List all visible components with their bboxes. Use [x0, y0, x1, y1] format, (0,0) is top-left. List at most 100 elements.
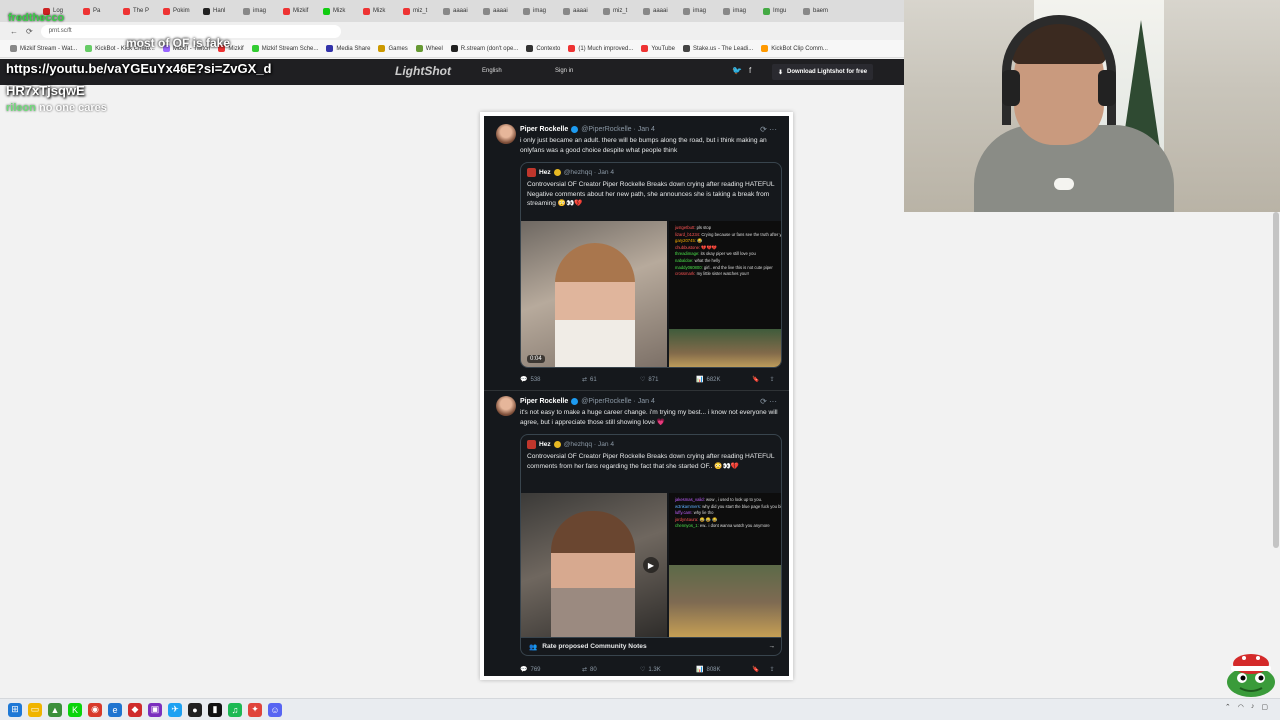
browser-tab[interactable]: aaaai	[560, 2, 598, 20]
app-blue-icon[interactable]: ✈	[168, 702, 182, 717]
bookmark-item[interactable]: Contexto	[526, 45, 560, 52]
reload-icon[interactable]: ⟳	[26, 27, 33, 36]
reply-button[interactable]: 💬 538	[520, 376, 582, 384]
lightshot-logo[interactable]: LightShot	[395, 64, 451, 78]
chevron-up-icon[interactable]: ⌃	[1225, 703, 1231, 711]
play-icon[interactable]: ▶	[643, 557, 659, 573]
browser-tab[interactable]: Imgu	[760, 2, 798, 20]
wifi-icon[interactable]: ◠	[1238, 703, 1244, 711]
browser-tab[interactable]: Mizk	[320, 2, 358, 20]
browser-tab[interactable]: aaaai	[480, 2, 518, 20]
bookmark-favicon-icon	[682, 45, 690, 52]
kick-icon[interactable]: K	[68, 702, 82, 717]
author-name[interactable]: Piper Rockelle	[520, 398, 568, 405]
bookmark-item[interactable]: R.stream (don't ope...	[450, 45, 518, 52]
bookmark-item[interactable]: Mizkif Stream - Wat...	[10, 45, 77, 52]
browser-tab[interactable]: miz_t	[400, 2, 438, 20]
community-notes-bar[interactable]: 👥 Rate proposed Community Notes →	[520, 638, 782, 656]
bookmark-label: Wheel	[425, 45, 443, 52]
chat-link[interactable]: https://youtu.be/vaYGEuYx46E?si=ZvGX_dHR…	[6, 58, 276, 102]
notification-icon[interactable]: ▢	[1261, 703, 1268, 711]
views-button[interactable]: 📊 682K	[696, 376, 752, 384]
chat-screenshot[interactable]: justgetbutt: pls stop lizard_b1234: Cryin…	[669, 221, 781, 367]
browser-tab[interactable]: imag	[520, 2, 558, 20]
avatar[interactable]	[496, 124, 516, 144]
video-thumbnail-left[interactable]: 0:04	[521, 221, 667, 367]
sign-in-link[interactable]: Sign in	[555, 68, 573, 74]
arrow-right-icon: →	[768, 643, 775, 650]
share-icon[interactable]: ⇪	[769, 666, 774, 673]
verified-icon	[571, 398, 579, 405]
bookmark-item[interactable]: Mizkif Stream Sche...	[251, 45, 318, 52]
terminal-icon[interactable]: ▮	[208, 702, 222, 717]
share-icon[interactable]: ⇪	[769, 376, 774, 383]
bookmark-item[interactable]: Media Share	[326, 45, 370, 52]
language-select[interactable]: English	[482, 68, 502, 74]
bookmark-icon[interactable]: 🔖	[752, 666, 759, 673]
browser-tab[interactable]: baem	[800, 2, 838, 20]
tab-favicon-icon	[243, 7, 250, 15]
edge-icon[interactable]: e	[108, 702, 122, 717]
bookmark-item[interactable]: Wheel	[415, 45, 443, 52]
back-icon[interactable]: ←	[10, 27, 18, 36]
browser-tab[interactable]: aaaai	[440, 2, 478, 20]
volume-icon[interactable]: ♪	[1251, 703, 1255, 711]
browser-tab[interactable]: imag	[720, 2, 758, 20]
browser-tab[interactable]: Pokim	[160, 2, 198, 20]
browser-tab[interactable]: miz_t	[600, 2, 638, 20]
chat-text: why did you start the blue page fuck you…	[702, 503, 782, 509]
twitch-icon[interactable]: ▣	[148, 702, 162, 717]
bookmark-item[interactable]: Stake.us - The Leadi...	[682, 45, 753, 52]
browser-tab[interactable]: Hanl	[200, 2, 238, 20]
discord-icon[interactable]: ☺	[268, 702, 282, 717]
bookmark-item[interactable]: YouTube	[641, 45, 675, 52]
tweet-actions: 💬 769 ⇄ 80 ♡ 1.3K 📊 808K 🔖 ⇪	[520, 666, 782, 674]
headset-shape	[1002, 15, 1116, 125]
more-icon[interactable]: ⟳ ···	[760, 397, 777, 406]
quote-author: Hez	[539, 169, 551, 176]
quoted-tweet[interactable]: Hez @hezhqq · Jan 4 Controversial OF Cre…	[520, 434, 782, 638]
spotify-icon[interactable]: ♫	[228, 702, 242, 717]
views-button[interactable]: 📊 808K	[696, 666, 752, 674]
more-icon[interactable]: ⟳ ···	[760, 125, 777, 134]
bookmark-item[interactable]: (1) Much improved...	[568, 45, 633, 52]
reply-button[interactable]: 💬 769	[520, 666, 582, 674]
app-icon-2[interactable]: ✦	[248, 702, 262, 717]
chat-user: luffy.cam:	[675, 510, 694, 516]
browser-tab[interactable]: Mizk	[360, 2, 398, 20]
browser-tab[interactable]: The P	[120, 2, 158, 20]
bookmark-item[interactable]: KickBot Clip Comm...	[761, 45, 828, 52]
chrome-icon[interactable]: ◉	[88, 702, 102, 717]
repost-button[interactable]: ⇄ 80	[582, 666, 640, 674]
browser-tab[interactable]: imag	[240, 2, 278, 20]
tab-label: imag	[733, 8, 747, 14]
repost-count: 61	[590, 376, 597, 383]
chat-screenshot[interactable]: jakesmas_valid: wow , i used to look up …	[669, 493, 782, 637]
browser-tab[interactable]: Pa	[80, 2, 118, 20]
start-icon[interactable]: ⊞	[8, 702, 22, 717]
video-thumbnail-left[interactable]: ▶	[521, 493, 667, 637]
chat-text: no one cares	[39, 102, 107, 114]
facebook-icon[interactable]: f	[749, 66, 751, 75]
like-button[interactable]: ♡ 871	[640, 376, 696, 384]
chat-line: jakesmas_valid: wow , i used to look up …	[669, 497, 781, 504]
twitter-icon[interactable]: 🐦	[732, 66, 742, 75]
app-icon[interactable]: ▲	[48, 702, 62, 717]
author-name[interactable]: Piper Rockelle	[520, 126, 568, 133]
avatar[interactable]	[496, 396, 516, 416]
bookmark-favicon-icon	[85, 45, 93, 52]
bookmark-icon[interactable]: 🔖	[752, 376, 759, 383]
obs-icon[interactable]: ●	[188, 702, 202, 717]
page-scrollbar[interactable]	[1273, 212, 1279, 548]
repost-button[interactable]: ⇄ 61	[582, 376, 640, 384]
bookmark-item[interactable]: Games	[378, 45, 408, 52]
download-lightshot-button[interactable]: ⬇ Download Lightshot for free	[772, 64, 874, 80]
app-red-icon[interactable]: ◆	[128, 702, 142, 717]
browser-tab[interactable]: Mizkif	[280, 2, 318, 20]
file-explorer-icon[interactable]: ▭	[28, 702, 42, 717]
browser-tab[interactable]: aaaai	[640, 2, 678, 20]
chat-text: 💔💔💔	[701, 244, 717, 250]
quoted-tweet[interactable]: Hez @hezhqq · Jan 4 Controversial OF Cre…	[520, 162, 782, 368]
like-button[interactable]: ♡ 1.3K	[640, 666, 696, 674]
browser-tab[interactable]: imag	[680, 2, 718, 20]
